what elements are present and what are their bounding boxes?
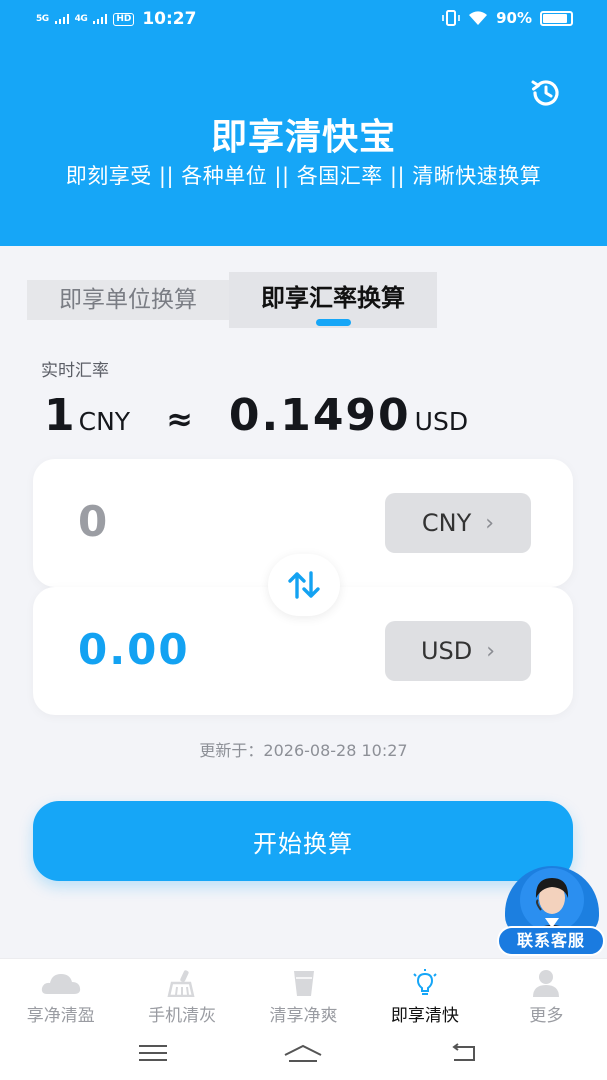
tab-unit-conversion[interactable]: 即享单位换算 [27, 280, 229, 320]
system-nav-bar [0, 1030, 607, 1080]
back-icon[interactable] [443, 1038, 483, 1068]
status-left: 5G 4G HD 10:27 [36, 9, 196, 29]
to-amount-value: 0.00 [78, 625, 190, 674]
signal-bars-icon [54, 14, 69, 24]
rate-from-amount: 1 [44, 390, 75, 441]
nav-item-more[interactable]: 更多 [486, 959, 607, 1030]
nav-label: 更多 [529, 1006, 564, 1026]
broom-icon [167, 969, 197, 997]
signal-4g: 4G [74, 14, 88, 24]
app-header: 5G 4G HD 10:27 90% 即享清快宝 即刻享受 || 各种单位 ||… [0, 0, 607, 246]
nav-item-clean[interactable]: 享净清盈 [0, 959, 121, 1030]
hd-badge: HD [113, 12, 135, 26]
person-icon [531, 969, 561, 997]
status-right: 90% [442, 9, 573, 27]
nav-item-fresh[interactable]: 清享净爽 [243, 959, 364, 1030]
status-bar: 5G 4G HD 10:27 90% [0, 0, 607, 38]
wifi-icon [469, 11, 488, 25]
home-icon[interactable] [283, 1038, 323, 1068]
cup-icon [291, 969, 317, 997]
history-icon [531, 80, 559, 106]
nav-label: 清享净爽 [269, 1006, 338, 1026]
chevron-right-icon: › [486, 638, 496, 664]
from-currency-label: CNY [421, 509, 472, 537]
vibrate-icon [442, 10, 460, 26]
rate-from-currency: CNY [78, 407, 131, 436]
history-button[interactable] [527, 74, 565, 112]
nav-label: 手机清灰 [148, 1006, 217, 1026]
status-time: 10:27 [142, 9, 197, 29]
battery-percent: 90% [496, 9, 532, 27]
battery-fill [543, 13, 568, 23]
menu-icon[interactable] [133, 1038, 173, 1068]
tab-active-indicator [316, 319, 351, 326]
app-subtitle: 即刻享受 || 各种单位 || 各国汇率 || 清晰快速换算 [65, 164, 542, 188]
chevron-right-icon: › [485, 510, 495, 536]
signal-bars-icon [93, 14, 108, 24]
customer-service-button[interactable]: 联系客服 [497, 864, 605, 958]
rate-approx-sign: ≈ [166, 400, 193, 438]
from-amount-input[interactable]: 0 [78, 497, 109, 546]
bottom-nav: 享净清盈 手机清灰 清享净爽 即享清快 更多 [0, 958, 607, 1030]
app-title: 即享清快宝 [210, 117, 396, 158]
support-label: 联系客服 [497, 926, 605, 956]
to-currency-label: USD [420, 637, 473, 665]
start-convert-button[interactable]: 开始换算 [33, 801, 573, 881]
nav-label: 即享清快 [390, 1006, 459, 1026]
nav-item-dust[interactable]: 手机清灰 [121, 959, 242, 1030]
realtime-rate-label: 实时汇率 [41, 361, 109, 381]
rate-to-currency: USD [414, 407, 469, 436]
signal-5g: 5G [36, 14, 49, 24]
swap-button[interactable] [268, 554, 340, 616]
updated-time: 更新于：2026-08-28 10:27 [199, 741, 408, 760]
cloud-icon [41, 969, 81, 997]
rate-to-amount: 0.1490 [228, 390, 411, 441]
battery-icon [540, 10, 573, 26]
from-currency-button[interactable]: CNY › [385, 493, 531, 553]
to-currency-button[interactable]: USD › [385, 621, 531, 681]
realtime-rate: 1 CNY ≈ 0.1490 USD [44, 390, 468, 441]
swap-vertical-icon [288, 571, 320, 599]
nav-label: 享净清盈 [26, 1006, 95, 1026]
nav-item-quick[interactable]: 即享清快 [364, 959, 485, 1030]
lightbulb-icon [410, 969, 440, 997]
